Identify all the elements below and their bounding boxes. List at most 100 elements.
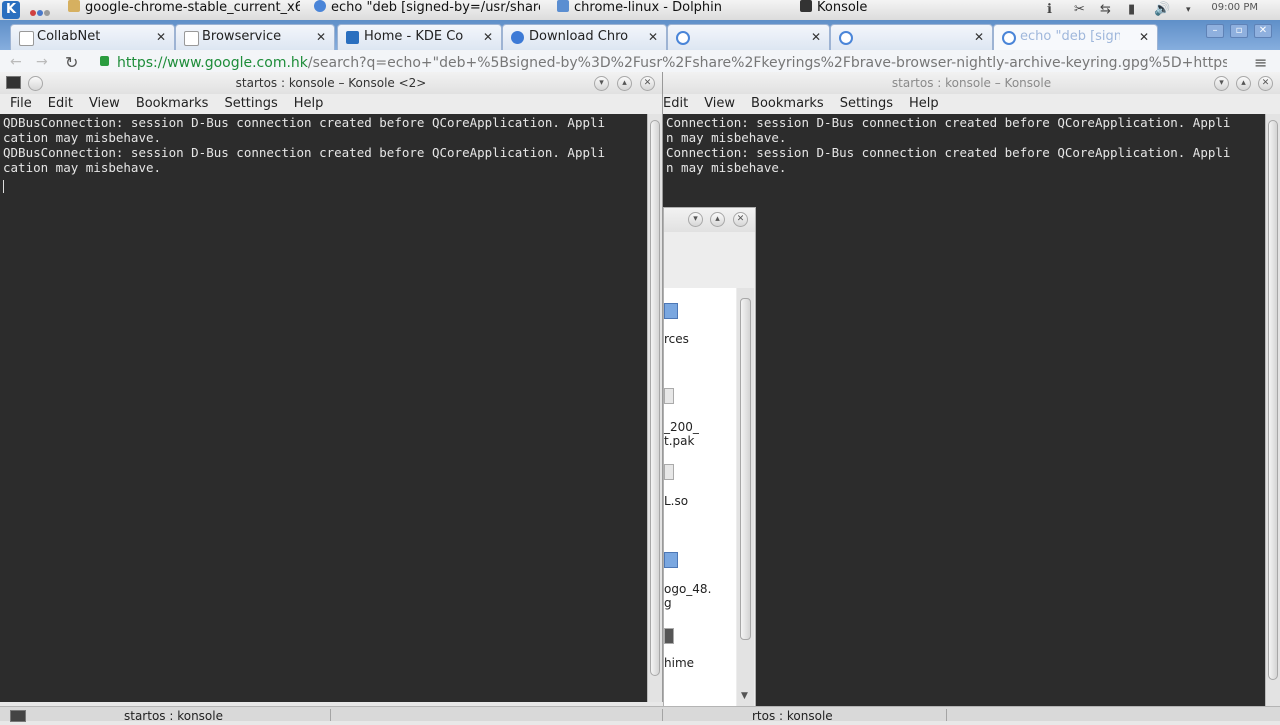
menu-edit[interactable]: Edit [48,96,73,111]
terminal-output[interactable]: QDBusConnection: session D-Bus connectio… [0,114,646,702]
close-icon[interactable]: ✕ [733,212,748,227]
file-item[interactable]: L.so [664,494,688,508]
address-bar[interactable]: https://www.google.com.hk/search?q=echo+… [117,55,1227,71]
file-item[interactable]: _200_ t.pak [664,420,699,448]
scrollbar[interactable] [647,114,662,702]
divider [662,709,663,721]
menu-view[interactable]: View [89,96,120,111]
dolphin-icon [557,0,569,12]
taskbar-entry-konsole[interactable]: startos : konsole [124,707,223,723]
kde-menu-icon[interactable]: K [2,1,20,19]
minimize-icon[interactable]: ▾ [688,212,703,227]
page-icon [19,31,34,46]
chrome-icon [314,0,326,12]
menu-bar: Edit View Bookmarks Settings Help [663,94,1280,114]
close-icon[interactable]: ✕ [640,76,655,91]
kde-icon [346,31,359,44]
window-title: startos : konsole – Konsole [663,72,1280,94]
divider [946,709,947,721]
back-icon[interactable]: ← [10,54,22,70]
window-title: startos : konsole – Konsole <2> [0,72,662,94]
scissors-icon[interactable]: ✂ [1074,2,1085,17]
battery-icon[interactable]: ▮ [1128,2,1135,17]
scrollbar-thumb[interactable] [1268,120,1278,680]
menu-settings[interactable]: Settings [840,96,893,111]
scrollbar[interactable]: ▼ [737,288,754,708]
close-icon[interactable]: ✕ [1258,76,1273,91]
minimize-icon[interactable]: ▾ [594,76,609,91]
menu-file[interactable]: File [10,96,32,111]
kde-taskbar: K google-chrome-stable_current_x6 echo "… [0,0,1280,21]
tab-download-chromium[interactable]: Download Chromi ✕ [502,24,667,50]
tab-google-search-2[interactable]: ✕ [830,24,993,50]
menu-icon[interactable]: ≡ [1254,53,1267,72]
image-icon [664,552,678,568]
close-icon[interactable]: ✕ [1139,25,1149,49]
divider [330,709,331,721]
close-icon[interactable]: ✕ [483,25,493,49]
taskbar-entry-konsole[interactable]: rtos : konsole [752,707,833,723]
file-item[interactable]: ogo_48. g [664,582,711,610]
taskbar-task-chrome[interactable]: echo "deb [signed-by=/usr/share [314,0,540,20]
taskbar-task-konsole[interactable]: Konsole [800,0,1000,20]
terminal-cursor [3,180,4,193]
lock-icon [100,56,109,66]
maximize-icon[interactable]: ▫ [1230,24,1248,38]
file-item[interactable]: rces [664,332,689,346]
google-icon [676,31,690,45]
scrollbar-thumb[interactable] [650,120,660,676]
scrollbar-thumb[interactable] [740,298,751,640]
scroll-down-icon[interactable]: ▼ [741,691,748,701]
folder-icon [68,0,80,12]
minimize-icon[interactable]: – [1206,24,1224,38]
menu-view[interactable]: View [704,96,735,111]
browser-tab-strip: CollabNet ✕ Browservice ✕ Home - KDE Com… [0,20,1280,50]
reload-icon[interactable]: ↻ [65,53,78,72]
tray-expand-icon[interactable]: ▾ [1186,5,1191,15]
menu-edit[interactable]: Edit [663,96,688,111]
network-icon[interactable]: ⇆ [1100,2,1111,17]
tab-browservice[interactable]: Browservice ✕ [175,24,335,50]
terminal-icon [800,0,812,12]
forward-icon[interactable]: → [36,54,48,70]
file-icon [664,628,674,644]
tab-google-search-active[interactable]: echo "deb [signed ✕ [993,24,1158,50]
info-icon[interactable]: ℹ [1047,2,1052,17]
file-icon [664,388,674,404]
minimize-icon[interactable]: ▾ [1214,76,1229,91]
terminal-icon [10,710,26,722]
terminal-icon [6,76,21,89]
scrollbar[interactable] [1265,114,1280,706]
pin-icon[interactable] [28,76,43,91]
google-icon [839,31,853,45]
konsole-window-left: startos : konsole – Konsole <2> ▾ ▴ ✕ Fi… [0,72,663,702]
menu-settings[interactable]: Settings [224,96,277,111]
menu-help[interactable]: Help [909,96,939,111]
close-icon[interactable]: ✕ [156,25,166,49]
menu-bookmarks[interactable]: Bookmarks [751,96,824,111]
tab-collabnet[interactable]: CollabNet ✕ [10,24,175,50]
close-icon[interactable]: ✕ [974,25,984,49]
close-icon[interactable]: ✕ [316,25,326,49]
maximize-icon[interactable]: ▴ [1236,76,1251,91]
tab-google-search-1[interactable]: ✕ [667,24,830,50]
file-list[interactable]: rces _200_ t.pak L.so ogo_48. g hime [664,288,736,708]
tab-kde-home[interactable]: Home - KDE Comm ✕ [337,24,502,50]
close-icon[interactable]: ✕ [648,25,658,49]
google-icon [1002,31,1016,45]
menu-bookmarks[interactable]: Bookmarks [136,96,209,111]
close-icon[interactable]: ✕ [811,25,821,49]
maximize-icon[interactable]: ▴ [710,212,725,227]
taskbar-task-dolphin[interactable]: chrome-linux - Dolphin [557,0,777,20]
taskbar-task-folder[interactable]: google-chrome-stable_current_x6 [68,0,300,20]
menu-help[interactable]: Help [294,96,324,111]
activities-icon[interactable] [30,5,54,16]
clock: 09:00 PM [1211,2,1258,13]
maximize-icon[interactable]: ▴ [617,76,632,91]
folder-icon [664,303,678,319]
close-window-icon[interactable]: ✕ [1254,24,1272,38]
file-item[interactable]: hime [664,656,694,670]
bottom-panel: startos : konsole rtos : konsole [0,706,1280,723]
chromium-icon [511,31,524,44]
volume-icon[interactable]: 🔊 [1154,2,1170,17]
